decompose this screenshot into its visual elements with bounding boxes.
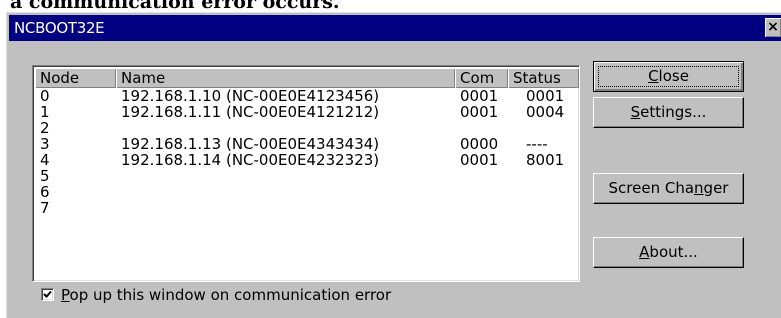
settings-accelerator: S (630, 103, 641, 121)
popup-on-error-checkbox[interactable] (41, 288, 54, 301)
screen-changer-label-post: ger (703, 179, 729, 197)
list-item[interactable]: 3 192.168.1.13 (NC-00E0E4343434) 0000 ---- (35, 136, 579, 152)
com-cell: 0001 (460, 151, 499, 169)
close-icon: × (767, 19, 779, 35)
column-header-node[interactable]: Node (35, 68, 116, 88)
popup-label-post: op up this window on communication error (69, 286, 392, 304)
screen-changer-button[interactable]: Screen Changer (593, 173, 744, 204)
list-item[interactable]: 7 (35, 200, 579, 216)
screen-changer-label-pre: Screen Cha (608, 179, 695, 197)
node-cell: 3 (40, 135, 50, 153)
com-cell: 0001 (460, 87, 499, 105)
name-cell: 192.168.1.13 (NC-00E0E4343434) (121, 135, 380, 153)
list-item[interactable]: 5 (35, 168, 579, 184)
node-cell: 5 (40, 167, 50, 185)
popup-on-error-label[interactable]: Pop up this window on communication erro… (61, 286, 391, 304)
checkmark-icon (43, 290, 52, 298)
node-cell: 0 (40, 87, 50, 105)
node-cell: 4 (40, 151, 50, 169)
screen-changer-accelerator: n (694, 179, 704, 197)
ncboot-dialog: NCBOOT32E × Node Name Com Status 0 192.16… (6, 12, 781, 318)
window-title: NCBOOT32E (14, 19, 105, 37)
name-cell: 192.168.1.10 (NC-00E0E4123456) (121, 87, 380, 105)
status-cell: ---- (526, 135, 548, 153)
popup-accelerator: P (61, 286, 70, 304)
settings-label-post: ettings... (640, 103, 707, 121)
about-label-post: bout... (649, 243, 698, 261)
close-button[interactable]: Close (593, 61, 744, 92)
list-header: Node Name Com Status (35, 68, 579, 88)
list-item[interactable]: 4 192.168.1.14 (NC-00E0E4232323) 0001 8001 (35, 152, 579, 168)
name-cell: 192.168.1.11 (NC-00E0E4121212) (121, 103, 380, 121)
node-cell: 2 (40, 119, 50, 137)
node-cell: 1 (40, 103, 50, 121)
list-item[interactable]: 0 192.168.1.10 (NC-00E0E4123456) 0001 0001 (35, 88, 579, 104)
column-header-status[interactable]: Status (508, 68, 579, 88)
node-cell: 7 (40, 199, 50, 217)
com-cell: 0001 (460, 103, 499, 121)
column-header-name[interactable]: Name (116, 68, 455, 88)
title-bar[interactable]: NCBOOT32E × (9, 15, 781, 41)
name-cell: 192.168.1.14 (NC-00E0E4232323) (121, 151, 380, 169)
com-cell: 0000 (460, 135, 499, 153)
status-cell: 8001 (526, 151, 565, 169)
settings-button[interactable]: Settings... (593, 97, 744, 128)
close-window-button[interactable]: × (765, 18, 781, 37)
node-list[interactable]: Node Name Com Status 0 192.168.1.10 (NC-0… (32, 65, 580, 282)
list-rows: 0 192.168.1.10 (NC-00E0E4123456) 0001 0001 1… (35, 88, 579, 216)
status-cell: 0001 (526, 87, 565, 105)
status-cell: 0004 (526, 103, 565, 121)
node-cell: 6 (40, 183, 50, 201)
list-item[interactable]: 6 (35, 184, 579, 200)
list-item[interactable]: 2 (35, 120, 579, 136)
column-header-com[interactable]: Com (455, 68, 508, 88)
focus-rectangle (598, 66, 739, 87)
about-accelerator: A (639, 243, 650, 261)
about-button[interactable]: About... (593, 237, 744, 268)
list-item[interactable]: 1 192.168.1.11 (NC-00E0E4121212) 0001 0004 (35, 104, 579, 120)
